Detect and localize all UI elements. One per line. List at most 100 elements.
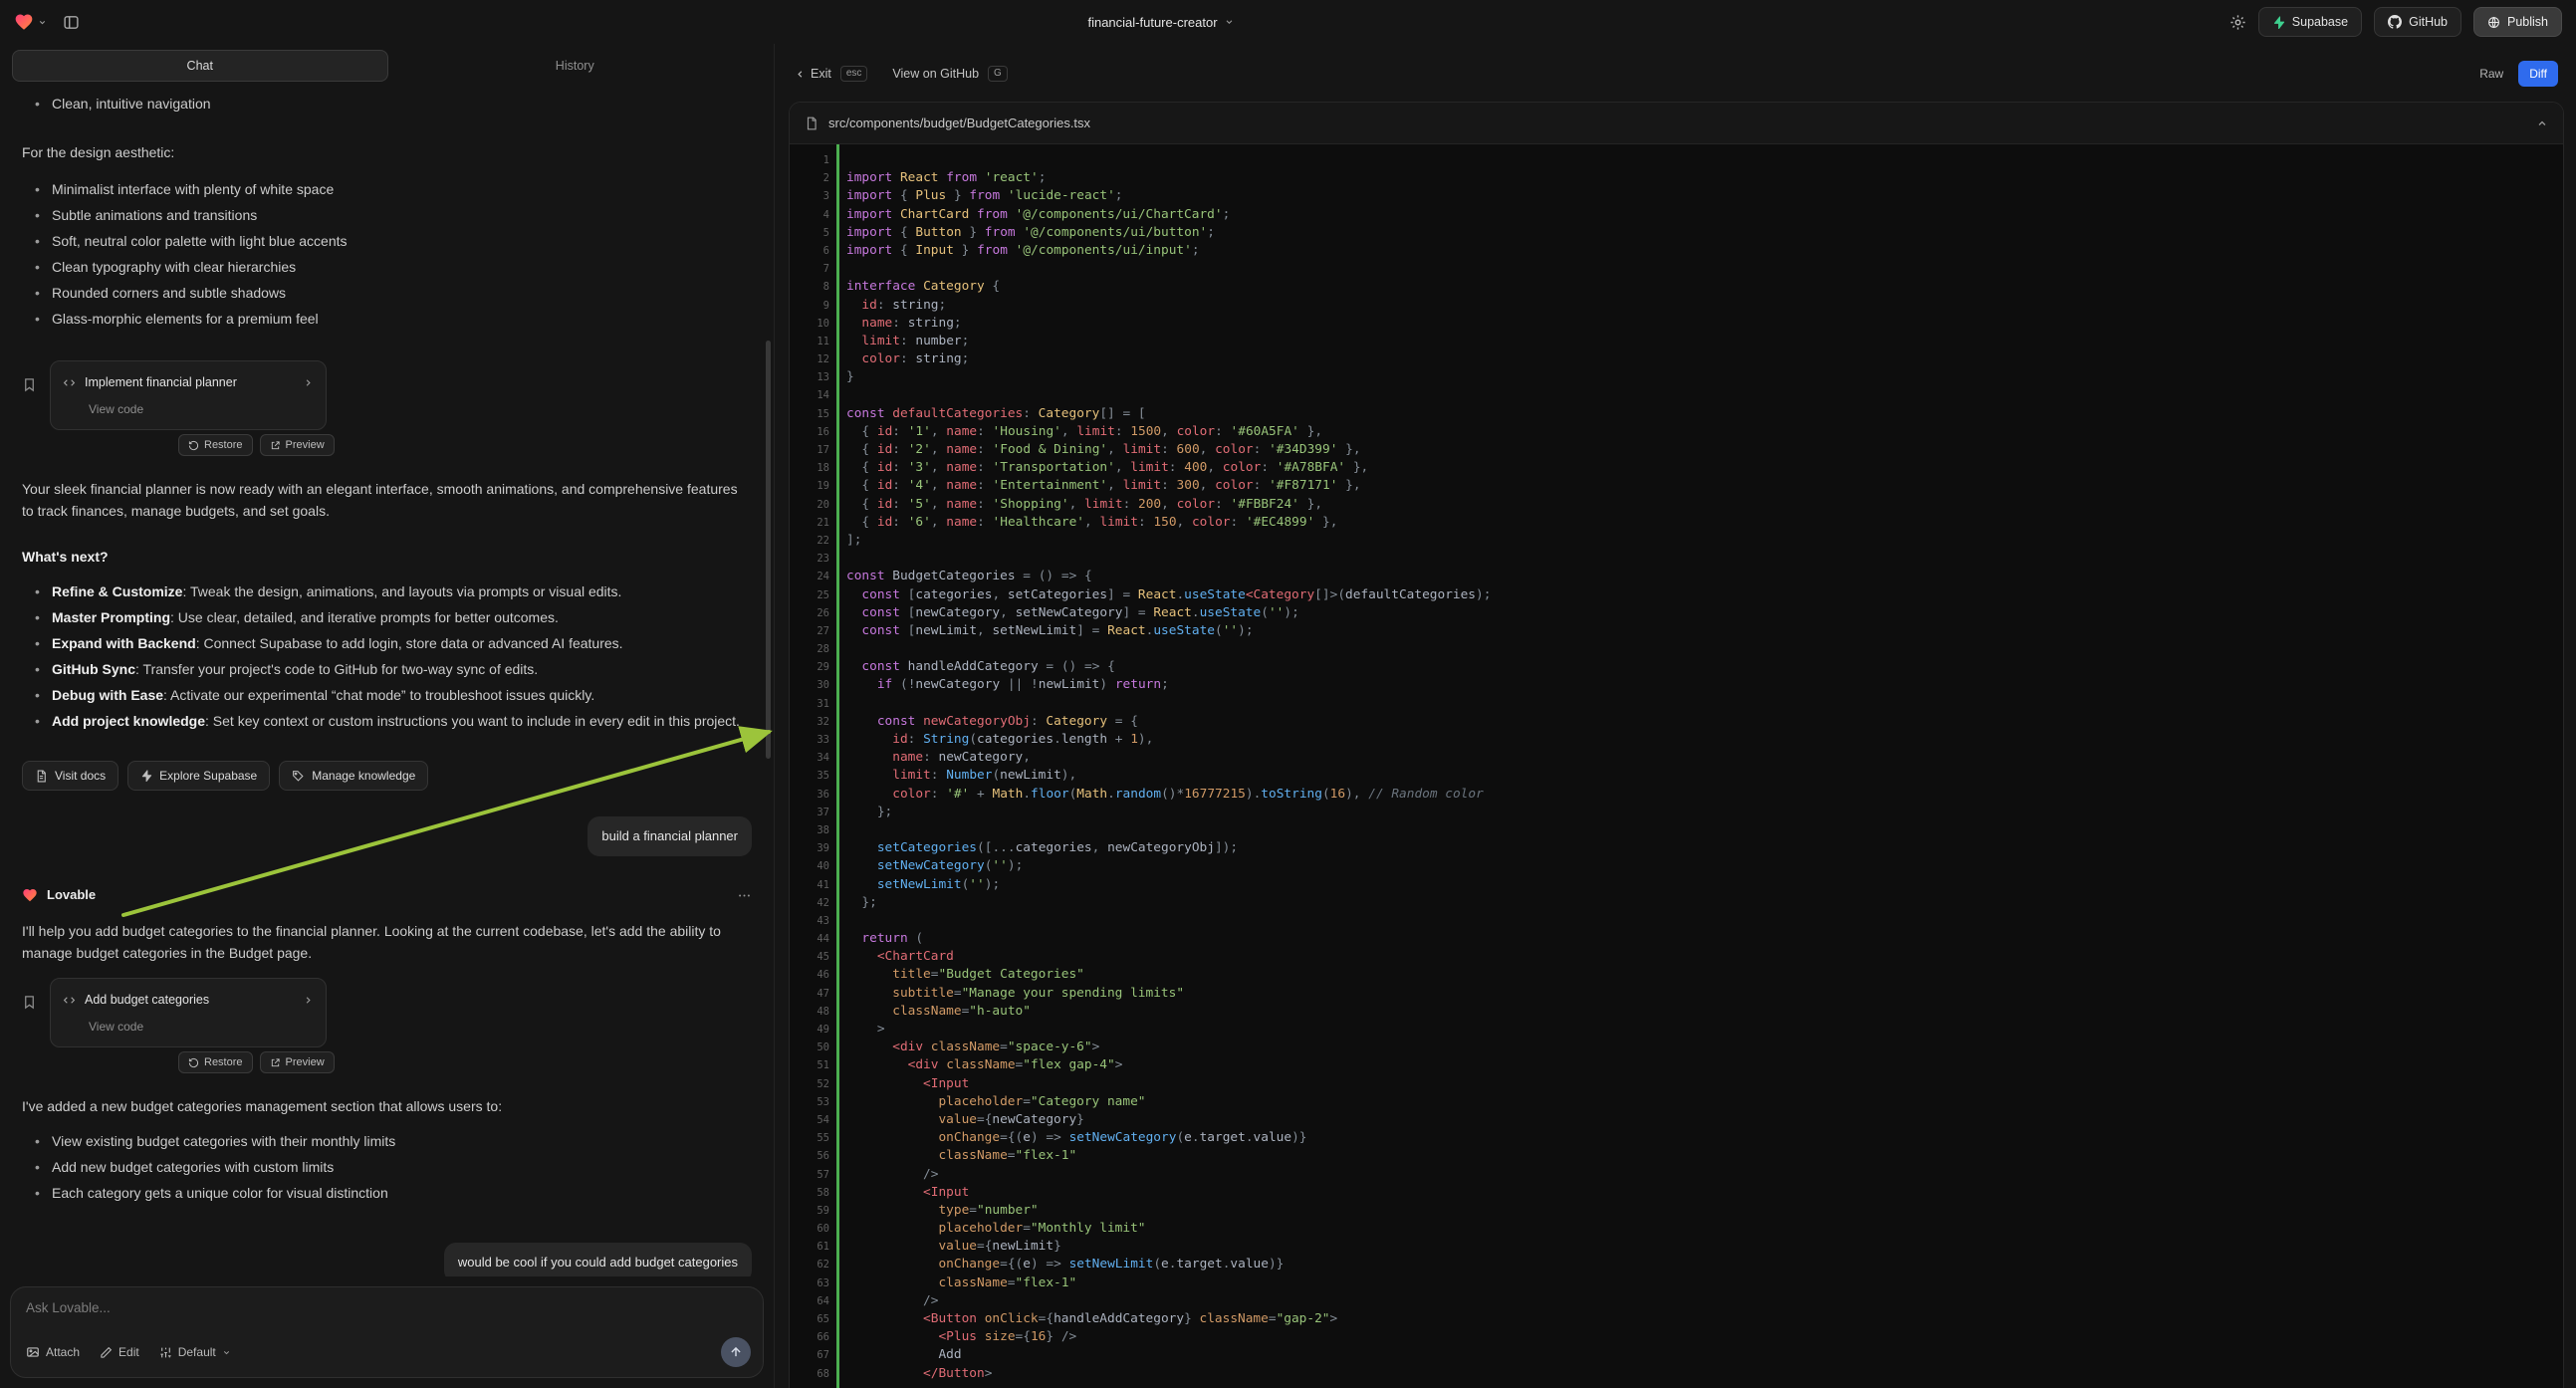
bookmark-icon <box>22 994 37 1016</box>
visit-docs-button[interactable]: Visit docs <box>22 761 118 791</box>
line-number: 52 <box>790 1075 829 1093</box>
view-code-label[interactable]: View code <box>89 398 314 420</box>
code-line: 47 subtitle="Manage your spending limits… <box>790 985 2563 1003</box>
line-number: 1 <box>790 151 829 169</box>
code-line: 36 color: '#' + Math.floor(Math.random()… <box>790 786 2563 804</box>
project-switcher[interactable]: financial-future-creator <box>1087 15 1234 30</box>
restore-button[interactable]: Restore <box>178 434 253 456</box>
whats-next-heading: What's next? <box>22 546 745 568</box>
code-line: 11 limit: number; <box>790 333 2563 350</box>
code-line: 19 { id: '4', name: 'Entertainment', lim… <box>790 477 2563 495</box>
code-line: 57 /> <box>790 1166 2563 1184</box>
settings-button[interactable] <box>2229 14 2246 31</box>
lovable-menu-button[interactable] <box>14 12 47 32</box>
tool-card-implement-financial-planner[interactable]: Implement financial planner View code <box>50 360 327 430</box>
code-line: 17 { id: '2', name: 'Food & Dining', lim… <box>790 441 2563 459</box>
line-number: 26 <box>790 604 829 622</box>
code-line: 50 <div className="space-y-6"> <box>790 1039 2563 1056</box>
view-code-label[interactable]: View code <box>89 1016 314 1038</box>
globe-icon <box>2487 16 2500 29</box>
preview-button[interactable]: Preview <box>260 434 335 456</box>
line-number: 62 <box>790 1256 829 1273</box>
visit-docs-label: Visit docs <box>55 769 106 783</box>
code-line: 41 setNewLimit(''); <box>790 876 2563 894</box>
chevron-right-icon <box>303 377 314 388</box>
code-line: 10 name: string; <box>790 315 2563 333</box>
tab-history[interactable]: History <box>388 50 763 82</box>
line-number: 44 <box>790 930 829 948</box>
code-line: 37 }; <box>790 804 2563 821</box>
line-number: 34 <box>790 749 829 767</box>
tool-card-add-budget-categories[interactable]: Add budget categories View code <box>50 978 327 1047</box>
line-number: 67 <box>790 1346 829 1364</box>
top-bar: financial-future-creator Supabase GitHub… <box>0 0 2576 44</box>
mode-selector[interactable]: Default <box>159 1345 231 1359</box>
added-paragraph: I've added a new budget categories manag… <box>22 1095 745 1117</box>
restore-preview-row: Restore Preview <box>178 434 752 456</box>
tab-chat[interactable]: Chat <box>12 50 388 82</box>
view-on-github-button[interactable]: View on GitHub <box>892 67 979 81</box>
github-label: GitHub <box>2409 15 2448 29</box>
collapse-file-button[interactable] <box>2536 117 2548 129</box>
code-line: 62 onChange={(e) => setNewLimit(e.target… <box>790 1256 2563 1273</box>
publish-button[interactable]: Publish <box>2473 7 2562 37</box>
preview-button[interactable]: Preview <box>260 1051 335 1073</box>
code-line: 53 placeholder="Category name" <box>790 1093 2563 1111</box>
more-options-button[interactable] <box>737 888 752 903</box>
esc-key-badge: esc <box>840 66 868 82</box>
chat-input[interactable] <box>26 1300 751 1337</box>
chevron-down-icon <box>1225 17 1235 27</box>
line-number: 13 <box>790 368 829 386</box>
line-number: 29 <box>790 658 829 676</box>
send-button[interactable] <box>721 1337 751 1367</box>
bullet-item: Rounded corners and subtle shadows <box>22 283 745 304</box>
diff-button[interactable]: Diff <box>2518 61 2558 87</box>
explore-supabase-button[interactable]: Explore Supabase <box>127 761 270 791</box>
code-line: 35 limit: Number(newLimit), <box>790 767 2563 785</box>
preview-label: Preview <box>286 439 325 451</box>
supabase-button[interactable]: Supabase <box>2258 7 2362 37</box>
chat-scroll-area[interactable]: Clean, intuitive navigation For the desi… <box>10 88 764 1276</box>
line-number: 59 <box>790 1202 829 1220</box>
line-number: 22 <box>790 532 829 550</box>
code-icon <box>63 994 76 1007</box>
file-tab-header[interactable]: src/components/budget/BudgetCategories.t… <box>790 103 2563 144</box>
edit-button[interactable]: Edit <box>100 1345 139 1359</box>
line-number: 4 <box>790 206 829 224</box>
line-number: 3 <box>790 187 829 205</box>
chevron-down-icon <box>222 1348 231 1357</box>
code-line: 45 <ChartCard <box>790 948 2563 966</box>
sliders-icon <box>159 1346 172 1359</box>
preview-label: Preview <box>286 1056 325 1068</box>
bullet-item: Expand with Backend: Connect Supabase to… <box>22 633 745 654</box>
gear-icon <box>2229 14 2246 31</box>
chevron-down-icon <box>38 18 47 27</box>
code-line: 65 <Button onClick={handleAddCategory} c… <box>790 1310 2563 1328</box>
github-key-badge: G <box>988 66 1008 82</box>
line-number: 45 <box>790 948 829 966</box>
code-line: 39 setCategories([...categories, newCate… <box>790 839 2563 857</box>
raw-button[interactable]: Raw <box>2479 67 2503 81</box>
toggle-sidebar-button[interactable] <box>63 14 80 31</box>
tag-icon <box>292 770 305 783</box>
chevron-up-icon <box>2536 117 2548 129</box>
manage-knowledge-button[interactable]: Manage knowledge <box>279 761 428 791</box>
line-number: 32 <box>790 713 829 731</box>
restore-button[interactable]: Restore <box>178 1051 253 1073</box>
attach-button[interactable]: Attach <box>26 1345 80 1359</box>
arrow-up-icon <box>729 1345 743 1359</box>
code-area[interactable]: 12import React from 'react';3import { Pl… <box>790 144 2563 1388</box>
line-number: 5 <box>790 224 829 242</box>
line-number: 64 <box>790 1292 829 1310</box>
bullet-item: Soft, neutral color palette with light b… <box>22 231 745 252</box>
exit-button[interactable]: Exit <box>795 67 831 81</box>
assistant-name: Lovable <box>47 884 96 906</box>
restore-icon <box>188 1057 199 1068</box>
github-button[interactable]: GitHub <box>2374 7 2461 37</box>
code-line: 46 title="Budget Categories" <box>790 966 2563 984</box>
next-steps-list: Refine & Customize: Tweak the design, an… <box>22 581 752 737</box>
chat-scrollbar-thumb[interactable] <box>766 341 771 759</box>
code-line: 55 onChange={(e) => setNewCategory(e.tar… <box>790 1129 2563 1147</box>
line-number: 20 <box>790 496 829 514</box>
line-number: 54 <box>790 1111 829 1129</box>
